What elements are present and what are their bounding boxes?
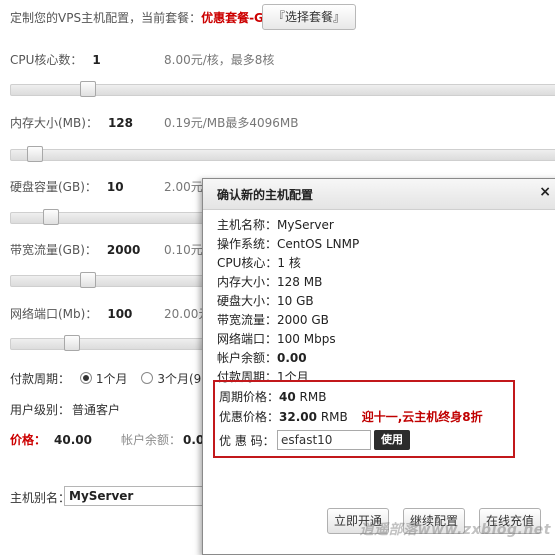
price-row: 价格： 40.00: [10, 431, 92, 448]
billing-label: 付款周期：: [10, 372, 71, 386]
info-port: 网络端口：100 Mbps: [217, 332, 336, 346]
radio-selected-icon[interactable]: [79, 372, 92, 384]
promo-code-input[interactable]: esfast10: [277, 430, 371, 450]
traffic-value: 2000: [106, 243, 141, 257]
disk-value: 10: [106, 180, 124, 194]
price-value: 40.00: [54, 433, 92, 447]
user-level: 用户级别： 普通客户: [10, 403, 121, 417]
cpu-slider-handle[interactable]: [80, 81, 96, 97]
discount-price: 优惠价格：32.00 RMB 迎十一,云主机终身8折: [219, 410, 483, 424]
promo-note: 迎十一,云主机终身8折: [361, 410, 483, 424]
disk-label: 硬盘容量(GB)： 10: [10, 180, 124, 194]
period-price: 周期价格：40 RMB: [219, 390, 327, 404]
info-memory: 内存大小：128 MB: [217, 275, 323, 289]
confirm-dialog: 确认新的主机配置 × 主机名称：MyServer 操作系统：CentOS LNM…: [202, 178, 555, 555]
info-os: 操作系统：CentOS LNMP: [217, 237, 360, 251]
cpu-slider[interactable]: [10, 81, 555, 97]
billing-option-1[interactable]: 1个月: [79, 372, 127, 386]
balance-row: 帐户余额： 0.00: [121, 433, 213, 447]
info-disk: 硬盘大小：10 GB: [217, 294, 314, 308]
dialog-title: 确认新的主机配置: [217, 188, 314, 202]
port-slider-handle[interactable]: [64, 335, 80, 351]
port-value: 100: [107, 307, 133, 321]
close-icon[interactable]: ×: [539, 184, 551, 200]
traffic-label: 带宽流量(GB)： 2000: [10, 243, 141, 257]
memory-label: 内存大小(MB)： 128: [10, 116, 134, 130]
disk-slider-handle[interactable]: [43, 209, 59, 225]
info-hostname: 主机名称：MyServer: [217, 218, 334, 232]
memory-slider-handle[interactable]: [27, 146, 43, 162]
info-balance: 帐户余额：0.00: [217, 351, 307, 365]
use-code-button[interactable]: 使用: [374, 430, 410, 450]
cpu-value: 1: [92, 53, 101, 67]
alias-label: 主机别名：: [10, 491, 71, 505]
dialog-header: 确认新的主机配置 ×: [203, 179, 555, 210]
promo-box: 周期价格：40 RMB 优惠价格：32.00 RMB 迎十一,云主机终身8折 优 …: [213, 380, 515, 458]
promo-code-label: 优 惠 码：: [219, 434, 275, 448]
info-traffic: 带宽流量：2000 GB: [217, 313, 329, 327]
billing-period: 付款周期： 1个月 3个月(9.5折: [10, 370, 225, 387]
radio-icon[interactable]: [141, 372, 154, 384]
price-label: 价格：: [10, 433, 47, 447]
watermark: 逍遥部落www.zxblog.net: [359, 522, 551, 538]
memory-slider[interactable]: [10, 146, 555, 162]
memory-value: 128: [107, 116, 134, 130]
header-prefix: 定制您的VPS主机配置，当前套餐：: [10, 11, 202, 25]
cpu-price-hint: 8.00元/核，最多8核: [164, 53, 275, 67]
info-cpu: CPU核心：1 核: [217, 256, 301, 270]
alias-input[interactable]: MyServer: [64, 486, 204, 506]
memory-price-hint: 0.19元/MB最多4096MB: [164, 116, 299, 130]
traffic-price-hint: 0.10元/: [164, 243, 207, 257]
cpu-label: CPU核心数： 1: [10, 53, 101, 67]
disk-price-hint: 2.00元/: [164, 180, 207, 194]
select-package-button[interactable]: 『选择套餐』: [262, 4, 356, 30]
package-header: 定制您的VPS主机配置，当前套餐：优惠套餐-GM1: [10, 9, 284, 26]
port-label: 网络端口(Mb)： 100: [10, 307, 133, 321]
user-level-value: 普通客户: [72, 403, 121, 417]
traffic-slider-handle[interactable]: [80, 272, 96, 288]
